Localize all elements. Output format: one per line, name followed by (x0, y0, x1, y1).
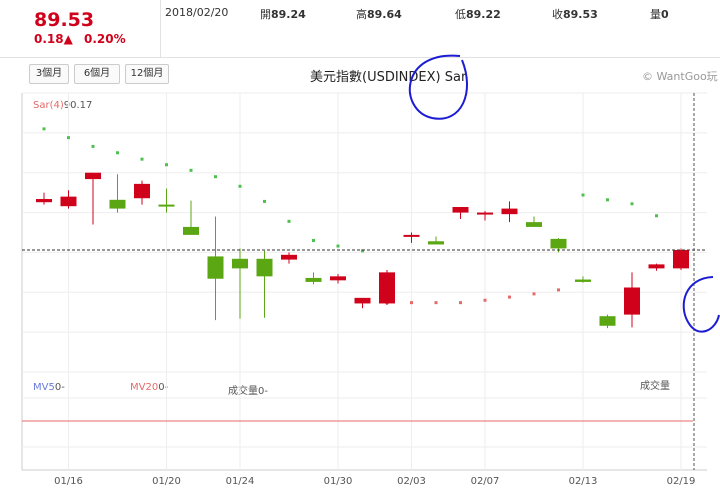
sar-point (483, 298, 487, 302)
sar-point (581, 193, 585, 197)
candle-body (575, 279, 591, 282)
sar-point (410, 301, 413, 305)
candle-body (452, 206, 469, 213)
sar-point (67, 136, 70, 140)
candle-body (207, 256, 224, 279)
candle-body (673, 250, 689, 269)
candle-body (403, 234, 420, 237)
sar-point (532, 292, 536, 296)
candle-body (354, 297, 371, 304)
sar-point (42, 127, 46, 131)
candle-body (281, 254, 297, 260)
sar-point (606, 198, 609, 202)
candle-body (624, 287, 640, 315)
sar-point (508, 295, 511, 299)
sar-point (459, 301, 462, 305)
candle-body (109, 199, 126, 209)
x-tick-label: 01/20 (152, 476, 181, 487)
candle-body (183, 226, 199, 235)
candle-body (85, 172, 101, 180)
x-tick-label: 01/16 (54, 476, 83, 487)
candle-body (60, 196, 77, 207)
candle-body (648, 264, 665, 269)
sar-point (214, 175, 217, 179)
candle-body (501, 208, 518, 215)
x-tick-label: 01/30 (324, 476, 353, 487)
sar-point (557, 288, 560, 292)
sar-point (140, 157, 144, 161)
candle-body (256, 258, 273, 277)
candle-body (550, 238, 567, 249)
candle-body (599, 316, 616, 326)
candle-body (158, 204, 175, 207)
candle-body (526, 222, 542, 227)
sar-point (238, 184, 242, 188)
sar-point (91, 144, 95, 148)
sar-point (165, 163, 168, 167)
sar-point (655, 214, 658, 218)
candle-body (428, 241, 444, 245)
x-tick-label: 02/03 (397, 476, 426, 487)
sar-point (434, 301, 438, 305)
hand-drawn-circle-annotation (408, 54, 468, 120)
sar-point (189, 168, 193, 172)
sar-point (312, 238, 315, 242)
sar-point (116, 151, 119, 155)
x-tick-label: 02/13 (569, 476, 598, 487)
candle-body (379, 272, 395, 304)
sar-point (630, 202, 634, 206)
sar-point (263, 199, 266, 203)
hand-drawn-circle-annotation (682, 276, 720, 333)
x-tick-label: 01/24 (226, 476, 255, 487)
candle-body (305, 277, 322, 282)
candle-body (134, 183, 150, 199)
candle-body (330, 276, 346, 281)
candle-body (477, 212, 493, 215)
x-tick-label: 02/19 (667, 476, 696, 487)
x-tick-label: 02/07 (471, 476, 500, 487)
candlestick-chart: 01/16 01/20 01/24 01/30 02/03 02/07 02/13 02/19 (21, 54, 720, 487)
sar-point (287, 219, 291, 223)
candle-body (232, 258, 248, 269)
sar-point (336, 244, 340, 248)
candle-body (36, 199, 52, 203)
